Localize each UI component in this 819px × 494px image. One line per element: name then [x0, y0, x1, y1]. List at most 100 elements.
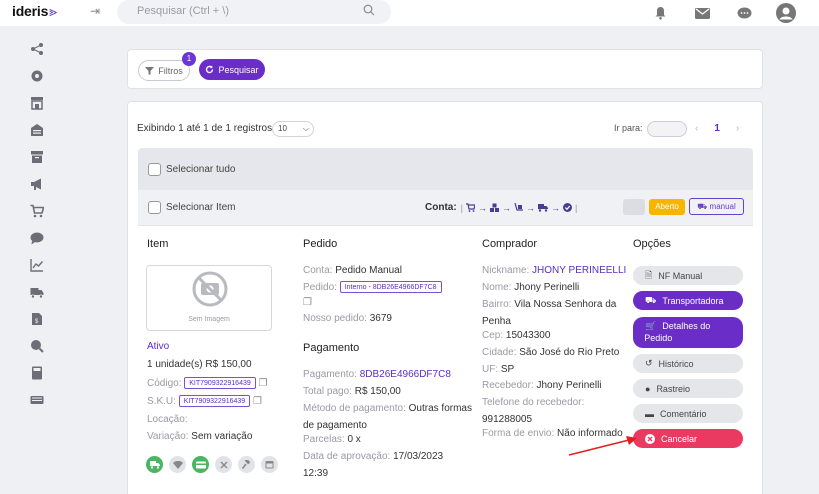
item-variation-row: Variação: Sem variação [147, 431, 253, 442]
user-avatar-icon[interactable] [765, 2, 807, 24]
truck-action-icon[interactable] [146, 456, 163, 473]
card-action-icon[interactable] [192, 456, 209, 473]
share-icon[interactable] [30, 42, 44, 56]
search-button-label: Pesquisar [218, 64, 259, 75]
chevron-down-icon: ⌵ [302, 124, 309, 133]
location-pin-icon: ● [645, 383, 651, 394]
refresh-icon [206, 65, 214, 74]
no-image-icon [192, 271, 228, 307]
payment-heading: Pagamento [303, 342, 360, 354]
total-paid-row: Total pago: R$ 150,00 [303, 386, 401, 397]
tag-status-badge [623, 199, 645, 215]
tracking-button[interactable]: ● Rastreio [633, 379, 743, 398]
go-to-page-label: Ir para: [614, 123, 643, 133]
order-id-row: Pedido: Interno - 8DB26E4966DF7C8 [303, 279, 442, 296]
buyer-zip-row: Cep: 15043300 [482, 330, 551, 341]
cancel-button[interactable]: Cancelar [633, 429, 743, 448]
no-image-caption: Sem Imagem [188, 316, 230, 323]
invoice-icon: 🗎 [645, 269, 653, 280]
go-to-page-input[interactable] [647, 121, 687, 137]
results-panel: Exibindo 1 até 1 de 1 registros 10 ⌵ Ir p… [127, 101, 763, 494]
nf-manual-button[interactable]: 🗎 NF Manual [633, 266, 743, 285]
chat-icon[interactable] [723, 2, 765, 24]
buyer-heading: Comprador [482, 238, 538, 250]
mail-icon[interactable] [681, 2, 723, 24]
prev-page-icon[interactable]: ‹ [695, 123, 698, 134]
search-button[interactable]: Pesquisar [199, 59, 265, 80]
select-item-label: Selecionar Item [166, 202, 236, 213]
keyboard-icon[interactable] [30, 393, 44, 407]
filters-panel: Filtros 1 Pesquisar [127, 49, 763, 89]
item-quantity-price: 1 unidade(s) R$ 150,00 [147, 359, 252, 370]
copy-icon[interactable]: ❐ [253, 396, 262, 407]
history-icon: ↺ [645, 358, 653, 368]
next-page-icon[interactable]: › [736, 123, 739, 134]
copy-icon[interactable]: ❐ [303, 297, 312, 308]
close-action-icon[interactable] [215, 456, 232, 473]
our-order-row: Nosso pedido: 3679 [303, 313, 392, 324]
chart-line-icon[interactable] [30, 258, 44, 272]
account-flow: Conta: | → → → → | [425, 202, 577, 213]
buyer-neighborhood-row: Bairro: Vila Nossa Senhora da Penha [482, 299, 617, 327]
app-logo[interactable]: ideris⪢ [12, 3, 57, 20]
records-count: Exibindo 1 até 1 de 1 registros [137, 123, 273, 134]
search-input[interactable]: Pesquisar (Ctrl + \) [137, 5, 229, 17]
options-heading: Opções [633, 238, 671, 250]
pagination: ‹ 1 › [695, 123, 739, 134]
select-all-checkbox[interactable] [148, 163, 161, 176]
arrow-right-icon: → [502, 202, 512, 213]
item-code-value: KIT7909322916439 [184, 377, 256, 390]
calendar-action-icon[interactable] [261, 456, 278, 473]
archive-icon[interactable] [30, 150, 44, 164]
approval-date-row: Data de aprovação: 17/03/2023 12:39 [303, 451, 444, 479]
bell-icon[interactable] [639, 2, 681, 24]
comment-button[interactable]: ▬ Comentário [633, 404, 743, 423]
store-icon[interactable] [30, 96, 44, 110]
payment-id-row: Pagamento: 8DB26E4966DF7C8 [303, 369, 451, 380]
filters-button-label: Filtros [158, 65, 183, 76]
signal-action-icon[interactable] [169, 456, 186, 473]
gavel-action-icon[interactable] [238, 456, 255, 473]
gear-icon[interactable] [30, 69, 44, 83]
truck-icon[interactable] [30, 285, 44, 299]
warehouse-icon[interactable] [30, 123, 44, 137]
arrow-right-icon: → [551, 202, 561, 213]
filters-count-badge: 1 [182, 52, 196, 66]
chat-bubble-icon[interactable] [30, 231, 44, 245]
order-details-button[interactable]: 🛒 Detalhes do Pedido [633, 317, 743, 348]
cart-icon: 🛒 [645, 321, 657, 331]
receiver-row: Recebedor: Jhony Perinelli [482, 380, 602, 391]
megaphone-icon[interactable] [30, 177, 44, 191]
history-button[interactable]: ↺ Histórico [633, 354, 743, 373]
truck-icon [538, 204, 549, 212]
item-location-label: Locação: [147, 414, 188, 425]
cart-icon [466, 203, 476, 212]
comments-icon: ▬ [645, 408, 654, 419]
item-sku-row: S.K.U: KIT7909322916439 ❐ [147, 395, 262, 408]
current-page[interactable]: 1 [714, 123, 720, 134]
annotation-arrow [568, 436, 637, 456]
item-status: Ativo [147, 341, 170, 352]
search-icon[interactable] [363, 4, 375, 16]
installments-row: Parcelas: 0 x [303, 434, 361, 445]
buyer-city-row: Cidade: São José do Rio Preto [482, 347, 620, 358]
buyer-name-row: Nome: Jhony Perinelli [482, 282, 580, 293]
product-image-placeholder: Sem Imagem [146, 265, 272, 331]
collapse-sidebar-icon[interactable]: ⇥ [90, 4, 100, 18]
item-header-row: Selecionar Item Conta: | → → → → | Abert… [138, 190, 753, 226]
copy-icon[interactable]: ❐ [259, 378, 268, 389]
top-icons [639, 2, 807, 24]
select-item-checkbox[interactable] [148, 201, 161, 214]
order-flow-icons: | → → → → | [460, 202, 578, 213]
cart-icon[interactable] [30, 204, 44, 218]
filters-button[interactable]: Filtros [138, 60, 190, 81]
search-bar[interactable]: Pesquisar (Ctrl + \) [117, 0, 391, 24]
carrier-button[interactable]: ⛟ Transportadora [633, 291, 743, 310]
invoice-icon[interactable]: $ [30, 312, 44, 326]
dolly-icon [514, 203, 524, 211]
item-code-row: Código: KIT7909322916439 ❐ [147, 377, 268, 390]
per-page-select[interactable]: 10 ⌵ [272, 121, 314, 137]
calculator-icon[interactable] [30, 366, 44, 380]
status-manual-label: manual [709, 202, 736, 211]
search-dollar-icon[interactable] [30, 339, 44, 353]
